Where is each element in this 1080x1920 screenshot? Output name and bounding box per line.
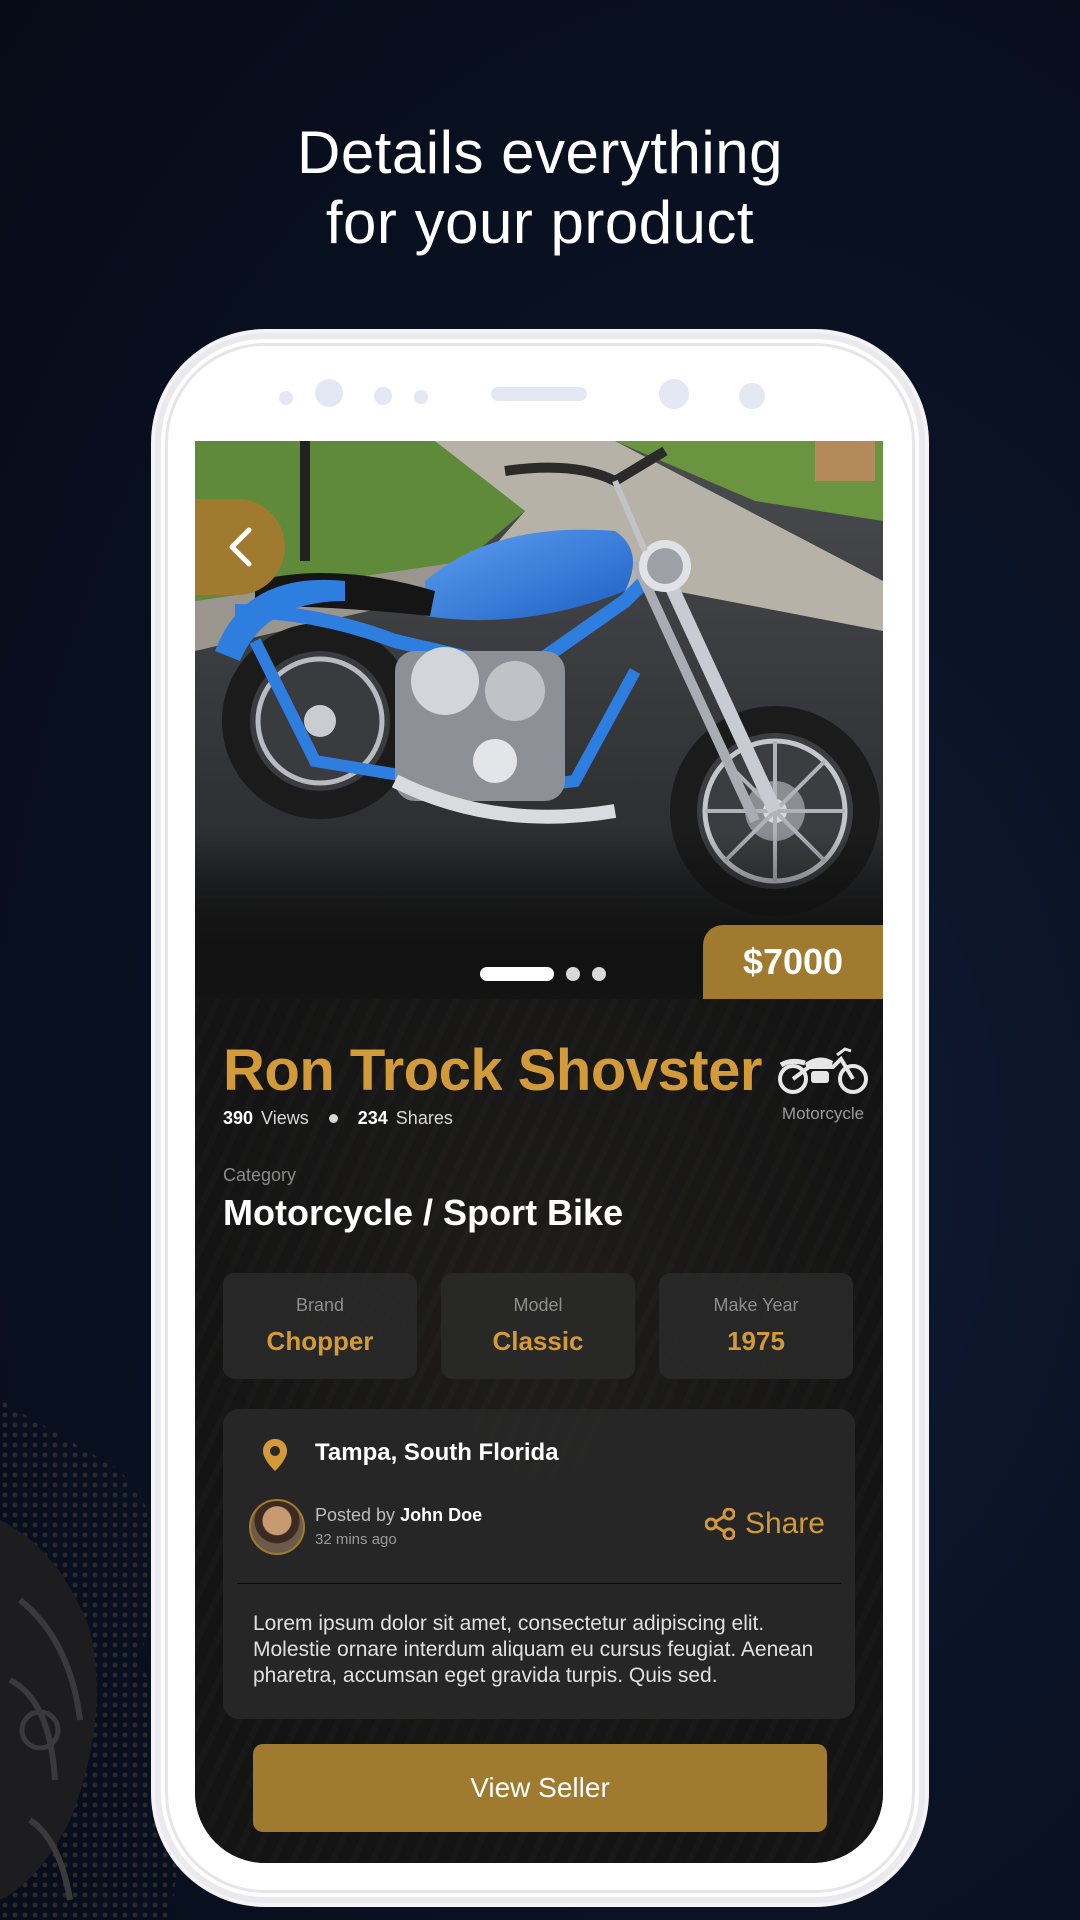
seller-name[interactable]: John Doe: [400, 1505, 482, 1525]
motorcycle-icon: [778, 1047, 868, 1094]
chevron-left-icon: [229, 527, 252, 567]
share-icon: [704, 1508, 735, 1540]
spec-card-brand: Brand Chopper: [223, 1273, 417, 1379]
headline-line-2: for your product: [325, 189, 755, 256]
share-label: Share: [744, 1507, 825, 1540]
seller-info-card: Tampa, South Florida Posted by John Doe …: [223, 1409, 855, 1719]
share-button[interactable]: Share: [704, 1507, 825, 1541]
view-seller-button[interactable]: View Seller: [253, 1744, 827, 1832]
spec-cards: Brand Chopper Model Classic Make Year 19…: [223, 1273, 855, 1379]
seller-avatar[interactable]: [249, 1499, 305, 1555]
spec-value: Chopper: [266, 1326, 374, 1356]
posted-time: 32 mins ago: [315, 1531, 397, 1548]
spec-card-model: Model Classic: [441, 1273, 635, 1379]
location-text: Tampa, South Florida: [315, 1439, 559, 1466]
vehicle-type-label: Motorcycle: [781, 1104, 865, 1123]
spec-value: 1975: [727, 1326, 785, 1356]
price-tag: $7000: [703, 925, 883, 999]
separator-dot: [328, 1114, 338, 1123]
posted-by-prefix: Posted by: [315, 1505, 396, 1525]
spec-value: Classic: [492, 1326, 584, 1356]
card-divider: [237, 1583, 841, 1584]
app-screen: $7000 Ron Trock Shovster Motorcycle 390 …: [195, 441, 883, 1863]
category-value: Motorcycle / Sport Bike: [223, 1192, 624, 1233]
product-photo[interactable]: [195, 441, 883, 999]
shares-label: Shares: [395, 1108, 453, 1128]
product-title: Ron Trock Shovster: [223, 1038, 762, 1103]
location-pin-icon: [263, 1439, 287, 1471]
spec-label: Model: [513, 1295, 563, 1315]
views-count: 390: [223, 1108, 254, 1128]
product-description: Lorem ipsum dolor sit amet, consectetur …: [253, 1612, 814, 1687]
sensor-dot: [414, 390, 428, 404]
views-label: Views: [261, 1108, 309, 1128]
sensor-dot: [374, 387, 392, 405]
spec-card-year: Make Year 1975: [659, 1273, 853, 1379]
sensor-dot: [279, 391, 293, 405]
headline: Details everything for your product: [0, 118, 1080, 258]
shares-count: 234: [357, 1108, 388, 1128]
category-label: Category: [223, 1165, 297, 1185]
carousel-dot[interactable]: [592, 967, 606, 981]
carousel-dot-active[interactable]: [480, 967, 554, 981]
front-camera: [315, 379, 343, 407]
sensor-dot: [739, 383, 765, 409]
spec-label: Brand: [295, 1295, 345, 1315]
stats-row: 390 Views 234 Shares: [223, 1108, 453, 1129]
carousel-dot[interactable]: [566, 967, 580, 981]
headline-line-1: Details everything: [297, 119, 783, 186]
product-details: Ron Trock Shovster Motorcycle 390 Views …: [195, 999, 883, 1863]
posted-by: Posted by John Doe: [315, 1505, 482, 1526]
spec-label: Make Year: [713, 1295, 799, 1315]
carousel-indicator: [480, 967, 606, 981]
earpiece-speaker: [491, 387, 587, 401]
vehicle-type: Motorcycle: [773, 1045, 873, 1124]
proximity-sensor: [659, 379, 689, 409]
